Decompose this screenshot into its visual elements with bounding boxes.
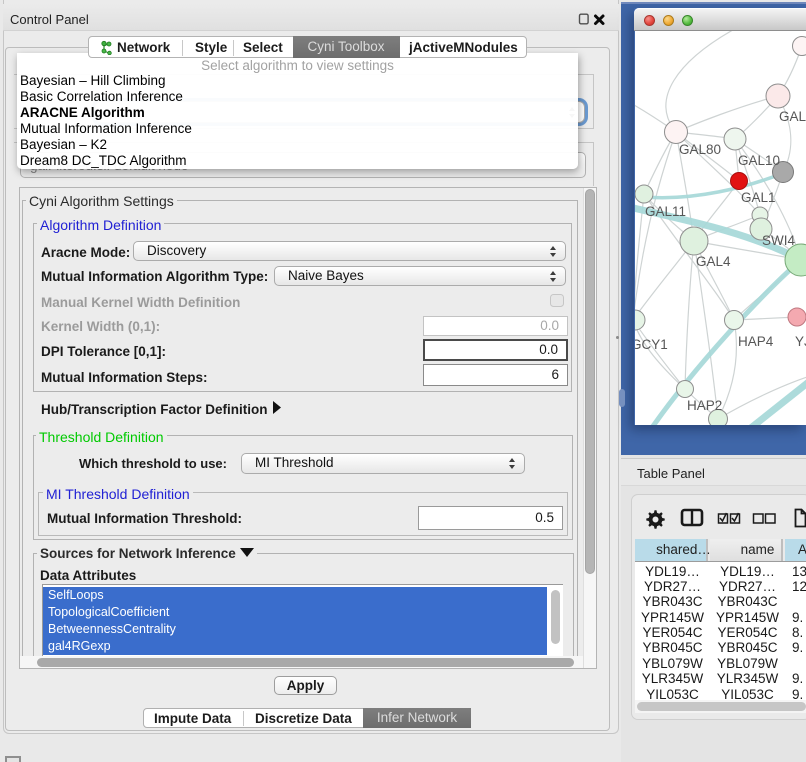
svg-text:GAL4: GAL4 <box>696 254 731 269</box>
svg-text:HAP2: HAP2 <box>687 398 722 413</box>
svg-text:YJL157C: YJL157C <box>795 334 806 349</box>
svg-text:GAL10: GAL10 <box>738 153 780 168</box>
svg-text:GCY1: GCY1 <box>635 337 668 352</box>
svg-text:GAL7: GAL7 <box>779 109 806 124</box>
svg-text:HAP4: HAP4 <box>738 334 774 349</box>
svg-text:GAL11: GAL11 <box>645 204 686 219</box>
svg-text:SWI4: SWI4 <box>762 233 795 248</box>
svg-text:GAL1: GAL1 <box>741 190 776 205</box>
svg-text:GAL80: GAL80 <box>679 142 721 157</box>
